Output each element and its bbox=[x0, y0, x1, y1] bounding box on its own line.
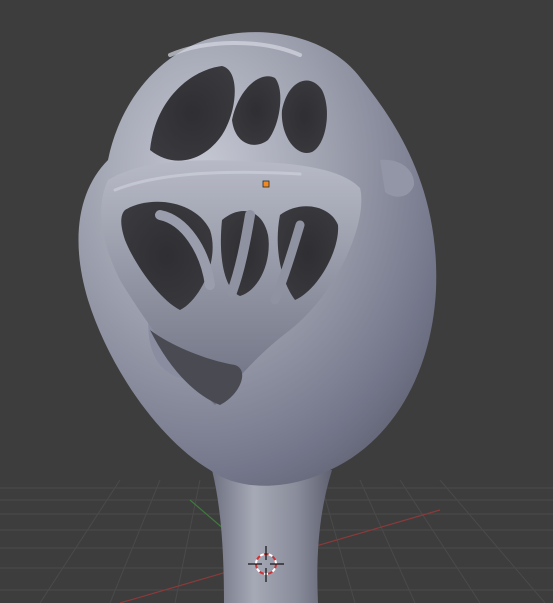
viewport-canvas[interactable] bbox=[0, 0, 553, 603]
mesh-stem bbox=[212, 470, 332, 603]
3d-viewport[interactable] bbox=[0, 0, 553, 603]
origin-dot-icon[interactable] bbox=[262, 180, 270, 188]
